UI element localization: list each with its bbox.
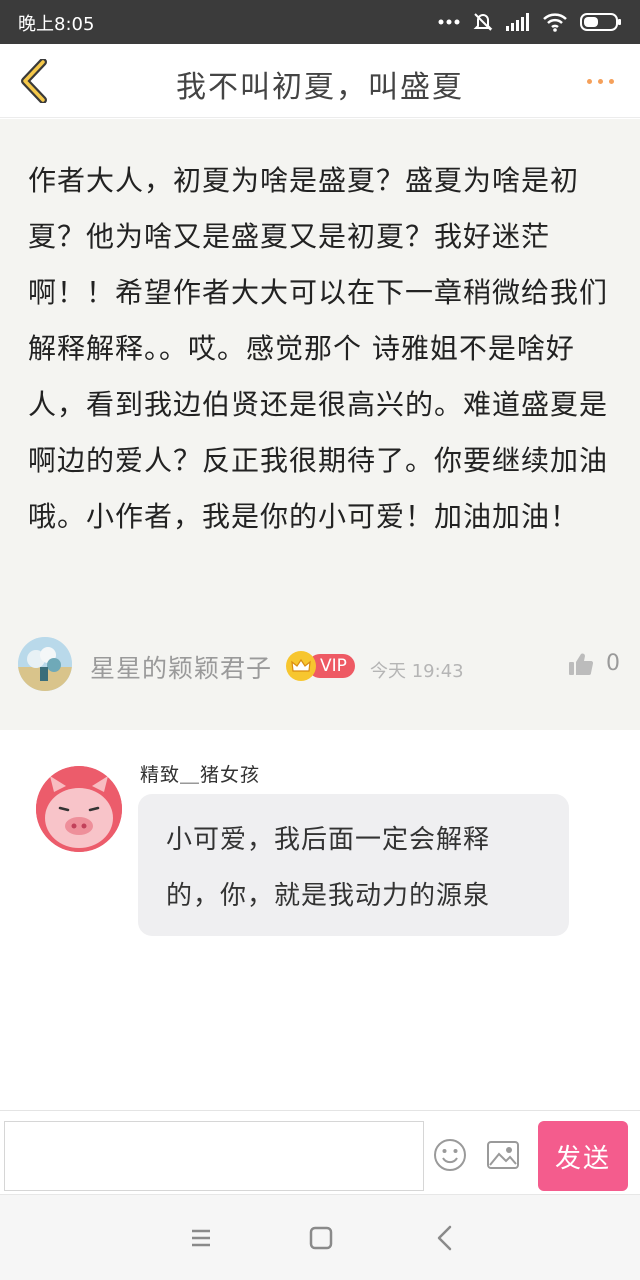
- input-bar: 发送: [0, 1110, 640, 1194]
- crown-icon: [286, 651, 316, 681]
- menu-icon: [192, 1229, 210, 1247]
- reply-author-name[interactable]: 精致＿猪女孩: [140, 760, 260, 787]
- main-comment: 作者大人，初夏为啥是盛夏？盛夏为啥是初夏？他为啥又是盛夏又是初夏？我好迷茫啊！！…: [0, 119, 640, 730]
- thumbs-up-icon: [569, 653, 594, 675]
- back-button[interactable]: [14, 56, 54, 106]
- more-button[interactable]: [580, 66, 620, 96]
- send-button[interactable]: 发送: [538, 1121, 628, 1191]
- status-time: 晚上8:05: [18, 14, 95, 35]
- chevron-left-icon: [21, 59, 47, 103]
- comment-input[interactable]: [4, 1121, 424, 1191]
- nav-back-button[interactable]: [430, 1223, 460, 1253]
- home-button[interactable]: [306, 1223, 336, 1253]
- signal-icon: [506, 13, 529, 31]
- battery-icon: [580, 13, 621, 31]
- mute-icon: [473, 13, 493, 31]
- system-nav-bar: [0, 1194, 640, 1280]
- comment-text: 作者大人，初夏为啥是盛夏？盛夏为啥是初夏？他为啥又是盛夏又是初夏？我好迷茫啊！！…: [28, 164, 609, 533]
- like-count: 0: [606, 651, 620, 676]
- page-title: 我不叫初夏，叫盛夏: [176, 70, 464, 105]
- status-icons: [438, 10, 622, 34]
- comment-author-name[interactable]: 星星的颖颖君子: [90, 649, 272, 685]
- home-icon: [309, 1226, 333, 1250]
- reply-bubble: 小可爱，我后面一定会解释的，你，就是我动力的源泉: [138, 794, 569, 936]
- more-dots-icon: [586, 78, 614, 84]
- menu-button[interactable]: [186, 1223, 216, 1253]
- image-button[interactable]: [485, 1137, 521, 1173]
- wifi-icon: [543, 13, 567, 32]
- more-dots-icon: [438, 19, 460, 25]
- status-bar: 晚上8:05: [0, 0, 640, 44]
- like-button[interactable]: 0: [568, 651, 620, 676]
- avatar[interactable]: [18, 637, 72, 691]
- emoji-icon: [434, 1139, 466, 1171]
- back-icon: [437, 1225, 452, 1251]
- header: 我不叫初夏，叫盛夏: [0, 44, 640, 118]
- comment-author-row: 星星的颖颖君子 VIP 今天 19:43 0: [18, 637, 628, 693]
- image-icon: [487, 1141, 519, 1169]
- avatar[interactable]: [36, 766, 122, 852]
- comment-time: 今天 19:43: [370, 661, 464, 682]
- emoji-button[interactable]: [432, 1137, 468, 1173]
